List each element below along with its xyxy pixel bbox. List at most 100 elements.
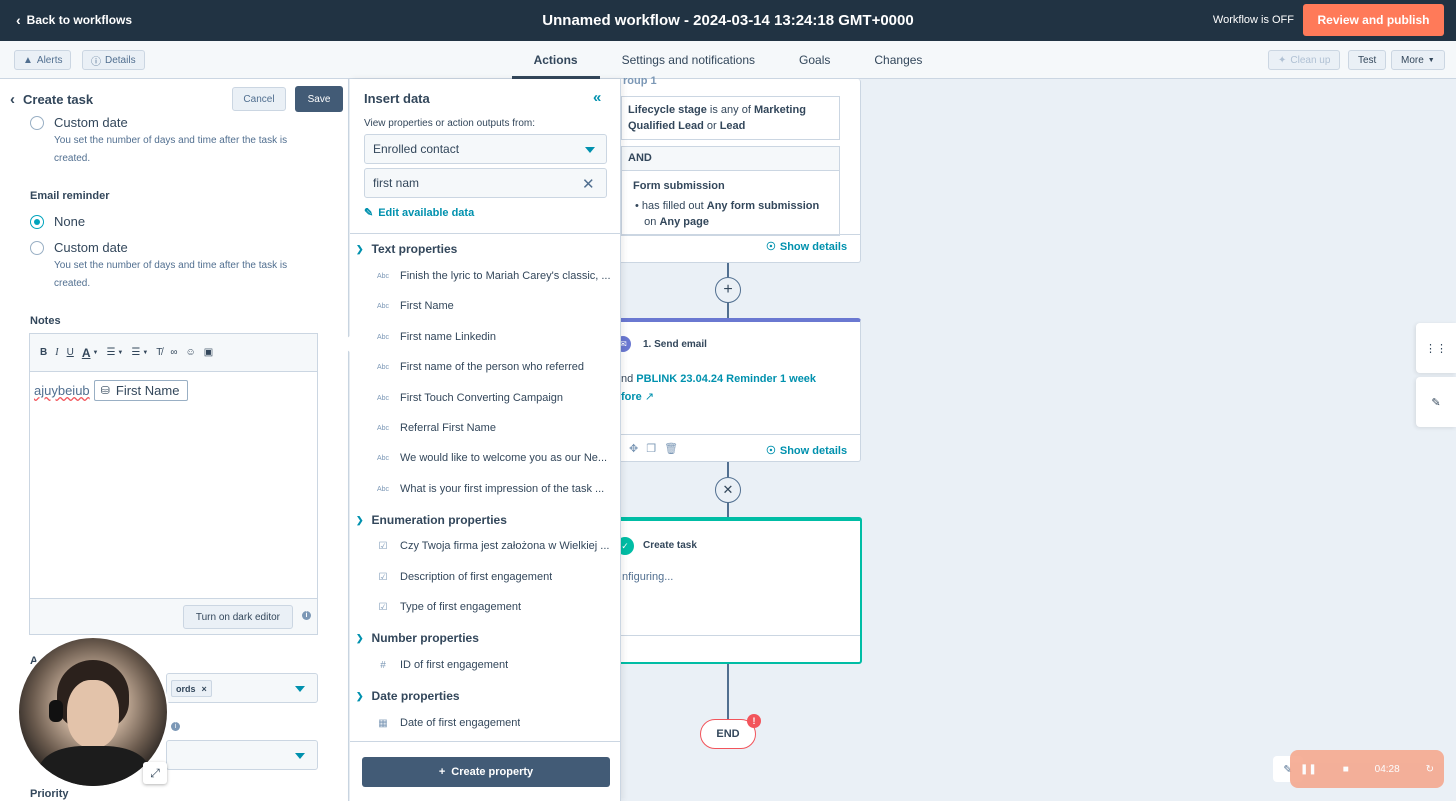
property-item[interactable]: ☑ Type of first engagement	[376, 601, 612, 613]
bullet-list-icon[interactable]: ☰ ▼	[106, 347, 123, 358]
image-icon[interactable]: ▣	[204, 347, 213, 358]
property-item[interactable]: Abc First Touch Converting Campaign	[376, 392, 612, 404]
property-item[interactable]: Abc Finish the lyric to Mariah Carey's cl…	[376, 270, 612, 282]
workflow-status: Workflow is OFF	[1212, 14, 1294, 26]
chevron-down-icon: ❯	[356, 514, 364, 525]
property-item[interactable]: Abc First Name	[376, 300, 612, 312]
screen-recorder-bar[interactable]: ❚❚ ■ 04:28 ↻	[1290, 750, 1444, 788]
stop-icon[interactable]: ■	[1343, 764, 1349, 775]
property-item[interactable]: ☑ Czy Twoja firma jest założona w Wielkie…	[376, 540, 612, 552]
expand-webcam-button[interactable]: ⤢	[143, 762, 167, 784]
radio-label: Custom date	[54, 115, 128, 130]
reminder-none-option[interactable]: None	[30, 214, 85, 229]
side-tab-comments[interactable]: ✎	[1416, 377, 1456, 427]
property-item[interactable]: Abc What is your first impression of the …	[376, 483, 612, 495]
info-icon[interactable]: i	[302, 611, 311, 620]
enrollment-trigger-card[interactable]: roup 1 Lifecycle stage is any of Marketi…	[600, 75, 861, 263]
numbered-list-icon[interactable]: ☰ ▼	[131, 347, 148, 358]
tab-actions[interactable]: Actions	[511, 41, 600, 79]
radio-button[interactable]	[30, 115, 44, 130]
tab-settings-and-notifications[interactable]: Settings and notifications	[600, 41, 777, 79]
italic-icon[interactable]: I	[55, 347, 58, 358]
review-and-publish-button[interactable]: Review and publish	[1303, 4, 1444, 36]
action-title: Create task	[643, 540, 697, 551]
group-header: roup 1	[623, 75, 657, 87]
chevron-left-icon[interactable]: ‹	[10, 91, 15, 108]
property-item[interactable]: ▦ Date of first engagement	[376, 717, 612, 729]
text-type-icon: Abc	[376, 333, 390, 341]
clean-up-label: Clean up	[1290, 54, 1331, 66]
show-details-link-1[interactable]: ☉ Show details	[766, 240, 847, 254]
show-details-link-2[interactable]: ☉ Show details	[766, 444, 848, 458]
cancel-button[interactable]: Cancel	[232, 87, 286, 111]
radio-button[interactable]	[30, 240, 44, 255]
tab-goals[interactable]: Goals	[777, 41, 852, 79]
more-button[interactable]: More ▼	[1391, 50, 1445, 70]
back-to-workflows-link[interactable]: ‹ Back to workflows	[16, 12, 132, 28]
property-label: First Name	[400, 300, 454, 312]
group-date-properties[interactable]: ❯ Date properties	[356, 689, 460, 703]
personalization-token[interactable]: ⛁ First Name	[93, 380, 189, 401]
show-details-label: Show details	[779, 444, 848, 457]
send-email-action-card[interactable]: ✉ 1. Send email nd PBLINK 23.04.24 Remin…	[600, 318, 861, 462]
group-enumeration-properties[interactable]: ❯ Enumeration properties	[356, 513, 507, 527]
selected-tag: ords ×	[171, 680, 212, 697]
group-number-properties[interactable]: ❯ Number properties	[356, 631, 479, 645]
property-item[interactable]: Abc We would like to welcome you as our N…	[376, 452, 612, 464]
property-item[interactable]: # ID of first engagement	[376, 659, 612, 671]
text-type-icon: Abc	[376, 454, 390, 462]
text-color-icon[interactable]: A ▼	[82, 346, 99, 360]
reminder-custom-date-option[interactable]: Custom date	[30, 240, 128, 255]
tab-changes[interactable]: Changes	[852, 41, 944, 79]
error-badge[interactable]: !	[747, 714, 761, 728]
panel-title[interactable]: ‹ Create task	[10, 91, 93, 108]
bold-icon[interactable]: B	[40, 347, 47, 358]
copy-icon[interactable]: ❐	[646, 442, 656, 455]
test-button[interactable]: Test	[1348, 50, 1387, 70]
email-link-cont[interactable]: fore	[621, 391, 642, 403]
clear-search-icon[interactable]: ✕	[582, 175, 595, 193]
link-icon[interactable]: ∞	[170, 347, 177, 358]
form-line-a: has filled out	[641, 200, 707, 212]
group-text-properties[interactable]: ❯ Text properties	[356, 242, 457, 256]
property-search-input[interactable]	[364, 168, 607, 198]
property-item[interactable]: Abc Referral First Name	[376, 422, 612, 434]
queue-select[interactable]	[166, 740, 318, 770]
collapse-icon[interactable]: «	[593, 89, 601, 106]
more-label: More	[1401, 54, 1424, 66]
create-task-action-card[interactable]: ✓ Create task nfiguring...	[600, 517, 862, 664]
info-icon[interactable]: i	[171, 722, 180, 731]
close-insert-button[interactable]: ✕	[715, 477, 741, 503]
editor-content[interactable]: ajuybeiub ⛁ First Name	[30, 372, 317, 409]
grid-icon: ⋮⋮	[1425, 342, 1447, 355]
move-icon[interactable]: ✥	[629, 442, 638, 455]
notes-editor[interactable]: B I U A ▼ ☰ ▼ ☰ ▼ T̸ ∞ ☺ ▣ ajuybeiub ⛁ Firs…	[29, 333, 318, 635]
add-action-button[interactable]: +	[715, 277, 741, 303]
external-link-icon[interactable]: ↗	[645, 391, 654, 403]
radio-button-selected[interactable]	[30, 214, 44, 229]
pencil-icon: ✎	[364, 207, 374, 219]
side-tab-grid[interactable]: ⋮⋮	[1416, 323, 1456, 373]
property-item[interactable]: Abc First name Linkedin	[376, 331, 612, 343]
dark-editor-button[interactable]: Turn on dark editor	[182, 605, 293, 629]
property-item[interactable]: Abc First name of the person who referred	[376, 361, 612, 373]
save-button[interactable]: Save	[295, 86, 343, 112]
create-property-button[interactable]: + Create property	[362, 757, 610, 787]
edit-available-data-link[interactable]: ✎ Edit available data	[364, 206, 474, 220]
clear-format-icon[interactable]: T̸	[156, 347, 162, 358]
restart-icon[interactable]: ↻	[1426, 764, 1434, 775]
group-label: Date properties	[371, 689, 460, 703]
remove-tag-icon[interactable]: ×	[202, 684, 207, 694]
association-select[interactable]: ords ×	[166, 673, 318, 703]
data-source-dropdown[interactable]: Enrolled contact	[364, 134, 607, 164]
underline-icon[interactable]: U	[67, 347, 74, 358]
property-label: ID of first engagement	[400, 659, 509, 671]
chevron-down-icon: ❯	[356, 632, 364, 643]
clean-up-button[interactable]: ✦ Clean up	[1268, 50, 1341, 70]
due-custom-date-option[interactable]: Custom date	[30, 115, 128, 130]
email-link[interactable]: PBLINK 23.04.24 Reminder 1 week	[636, 373, 816, 385]
property-item[interactable]: ☑ Description of first engagement	[376, 571, 612, 583]
trash-icon[interactable]: 🗑	[664, 442, 678, 455]
emoji-icon[interactable]: ☺	[186, 347, 196, 358]
pause-icon[interactable]: ❚❚	[1300, 764, 1317, 775]
